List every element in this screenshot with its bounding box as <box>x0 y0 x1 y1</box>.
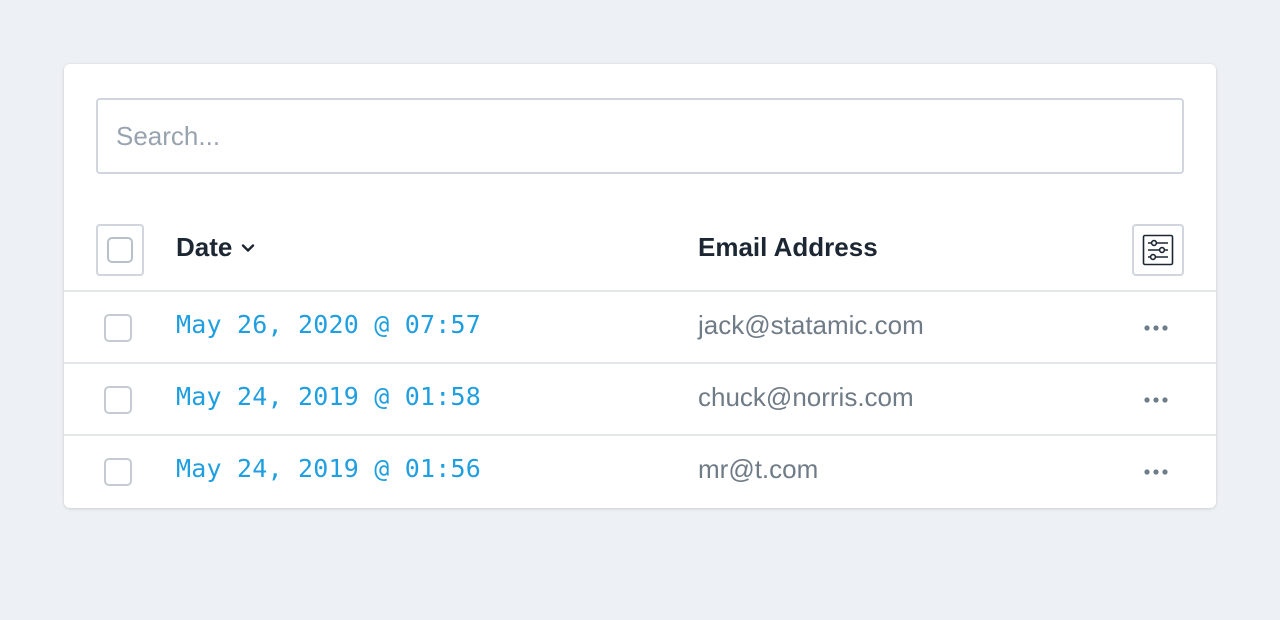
row-actions-button[interactable] <box>1140 314 1172 342</box>
row-actions-button[interactable] <box>1140 386 1172 414</box>
select-all-checkbox[interactable] <box>96 224 144 276</box>
submissions-card: Date Email Address May 26, 2020 @ 07:57 … <box>64 64 1216 508</box>
table-header: Date Email Address <box>64 224 1216 292</box>
column-header-date[interactable]: Date <box>176 232 256 263</box>
more-horizontal-icon <box>1144 397 1168 403</box>
row-checkbox[interactable] <box>104 314 132 342</box>
table-row: May 24, 2019 @ 01:56 mr@t.com <box>64 436 1216 508</box>
row-email: jack@statamic.com <box>698 310 924 340</box>
more-horizontal-icon <box>1144 325 1168 331</box>
table-row: May 24, 2019 @ 01:58 chuck@norris.com <box>64 364 1216 436</box>
row-checkbox[interactable] <box>104 386 132 414</box>
search-container <box>96 98 1184 174</box>
sliders-icon <box>1142 234 1174 266</box>
more-horizontal-icon <box>1144 469 1168 475</box>
search-input[interactable] <box>96 98 1184 174</box>
row-date-link[interactable]: May 26, 2020 @ 07:57 <box>176 310 481 339</box>
row-checkbox[interactable] <box>104 458 132 486</box>
row-email: chuck@norris.com <box>698 382 914 412</box>
column-header-email: Email Address <box>698 232 878 262</box>
table-row: May 26, 2020 @ 07:57 jack@statamic.com <box>64 292 1216 364</box>
chevron-down-icon <box>242 243 255 252</box>
row-email: mr@t.com <box>698 454 819 484</box>
row-date-link[interactable]: May 24, 2019 @ 01:56 <box>176 454 481 483</box>
column-settings-button[interactable] <box>1132 224 1184 276</box>
row-date-link[interactable]: May 24, 2019 @ 01:58 <box>176 382 481 411</box>
column-header-date-label: Date <box>176 232 233 262</box>
select-all-checkbox-box <box>107 237 133 263</box>
row-actions-button[interactable] <box>1140 458 1172 486</box>
